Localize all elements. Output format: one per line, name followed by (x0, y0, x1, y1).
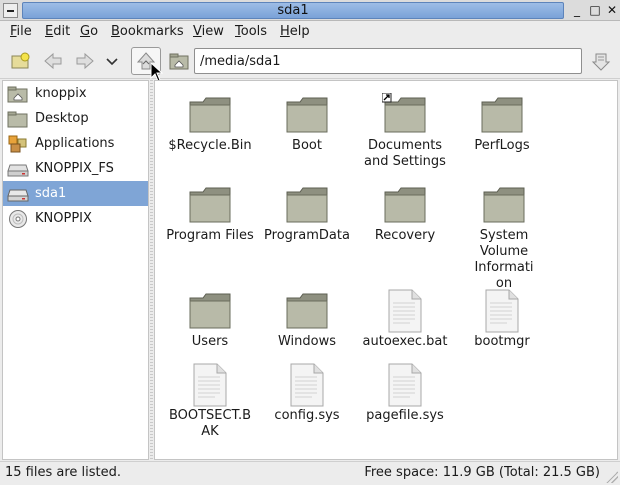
location-input[interactable]: /media/sda1 (194, 48, 582, 74)
text-file-icon (479, 289, 525, 333)
window-title: sda1 (22, 2, 564, 19)
sidebar-item-desktop[interactable]: Desktop (3, 106, 148, 131)
sidebar-item-sda1[interactable]: sda1 (3, 181, 148, 206)
sidebar-item-label: Applications (35, 136, 115, 151)
home-folder-icon (7, 84, 29, 104)
close-button[interactable]: ✕ (604, 2, 620, 18)
folder-icon (187, 289, 233, 333)
sidebar-item-knoppix-fs[interactable]: KNOPPIX_FS (3, 156, 148, 181)
sidebar-item-label: knoppix (35, 86, 87, 101)
text-file-icon (382, 363, 428, 407)
window-menu-button[interactable] (3, 3, 18, 18)
folder-icon (187, 183, 233, 227)
title-bar: sda1 _ □ ✕ (0, 0, 620, 21)
folder-icon (481, 183, 527, 227)
file-item-programdata[interactable]: ProgramData (259, 183, 355, 244)
file-icon-view: $Recycle.Bin Boot Documents and Settings… (154, 80, 618, 460)
sidebar-item-knoppix-cd[interactable]: KNOPPIX (3, 206, 148, 231)
go-button[interactable] (588, 49, 614, 73)
file-item-pagefile-sys[interactable]: pagefile.sys (357, 363, 453, 424)
menu-help[interactable]: Help (280, 24, 310, 39)
menu-go[interactable]: Go (80, 24, 98, 39)
resize-grip-icon[interactable] (606, 471, 618, 483)
sidebar-item-knoppix[interactable]: knoppix (3, 81, 148, 106)
back-button[interactable] (40, 49, 66, 73)
text-file-icon (187, 363, 233, 407)
folder-link-icon (381, 92, 428, 137)
minimize-button[interactable]: _ (569, 2, 585, 18)
folder-icon (479, 93, 525, 137)
file-item-program-files[interactable]: Program Files (162, 183, 258, 244)
folder-icon (284, 183, 330, 227)
folder-icon (284, 289, 330, 333)
file-item-config-sys[interactable]: config.sys (259, 363, 355, 424)
file-item-system-volume-information[interactable]: System Volume Information (454, 183, 554, 292)
drive-icon (7, 159, 29, 179)
pane-splitter[interactable] (150, 80, 153, 460)
history-dropdown[interactable] (102, 49, 122, 73)
menu-tools[interactable]: Tools (235, 24, 267, 39)
folder-icon (382, 183, 428, 227)
menu-file[interactable]: File (10, 24, 32, 39)
mouse-cursor-icon (150, 62, 164, 82)
folder-icon (187, 93, 233, 137)
back-arrow-icon (44, 52, 62, 70)
sidebar-item-label: sda1 (35, 186, 67, 201)
drive-icon (7, 184, 29, 204)
file-item-windows[interactable]: Windows (259, 289, 355, 350)
file-item-recovery[interactable]: Recovery (357, 183, 453, 244)
toolbar: /media/sda1 (0, 43, 620, 79)
sidebar-item-applications[interactable]: Applications (3, 131, 148, 156)
sidebar: knoppix Desktop Applications KNOPPIX_FS … (2, 80, 149, 460)
file-item-autoexec-bat[interactable]: autoexec.bat (357, 289, 453, 350)
sidebar-item-label: Desktop (35, 111, 89, 126)
status-bar: 15 files are listed. Free space: 11.9 GB… (0, 461, 620, 485)
text-file-icon (382, 289, 428, 333)
forward-arrow-icon (76, 52, 94, 70)
maximize-button[interactable]: □ (587, 2, 603, 18)
home-folder-icon (169, 53, 189, 70)
desktop-folder-icon (7, 109, 29, 129)
chevron-down-icon (106, 58, 118, 66)
menu-view[interactable]: View (193, 24, 224, 39)
forward-button[interactable] (72, 49, 98, 73)
file-item-users[interactable]: Users (162, 289, 258, 350)
file-count-status: 15 files are listed. (5, 465, 122, 480)
file-item-documents-and-settings[interactable]: Documents and Settings (357, 92, 453, 170)
menu-bar: File Edit Go Bookmarks View Tools Help (0, 21, 620, 43)
applications-icon (7, 134, 29, 154)
new-window-button[interactable] (8, 49, 34, 73)
menu-bookmarks[interactable]: Bookmarks (111, 24, 184, 39)
file-item-bootsect-bak[interactable]: BOOTSECT.BAK (162, 363, 258, 440)
free-space-status: Free space: 11.9 GB (Total: 21.5 GB) (364, 465, 600, 480)
text-file-icon (284, 363, 330, 407)
sidebar-item-label: KNOPPIX (35, 211, 92, 226)
go-arrow-icon (591, 53, 611, 71)
cdrom-icon (7, 209, 29, 229)
sidebar-item-label: KNOPPIX_FS (35, 161, 114, 176)
menu-edit[interactable]: Edit (45, 24, 70, 39)
file-item-perflogs[interactable]: PerfLogs (454, 93, 550, 154)
folder-icon (284, 93, 330, 137)
file-item-boot[interactable]: Boot (259, 93, 355, 154)
file-item-bootmgr[interactable]: bootmgr (454, 289, 550, 350)
home-button[interactable] (166, 49, 192, 73)
file-item-recycle-bin[interactable]: $Recycle.Bin (162, 93, 258, 154)
new-window-icon (11, 52, 30, 69)
